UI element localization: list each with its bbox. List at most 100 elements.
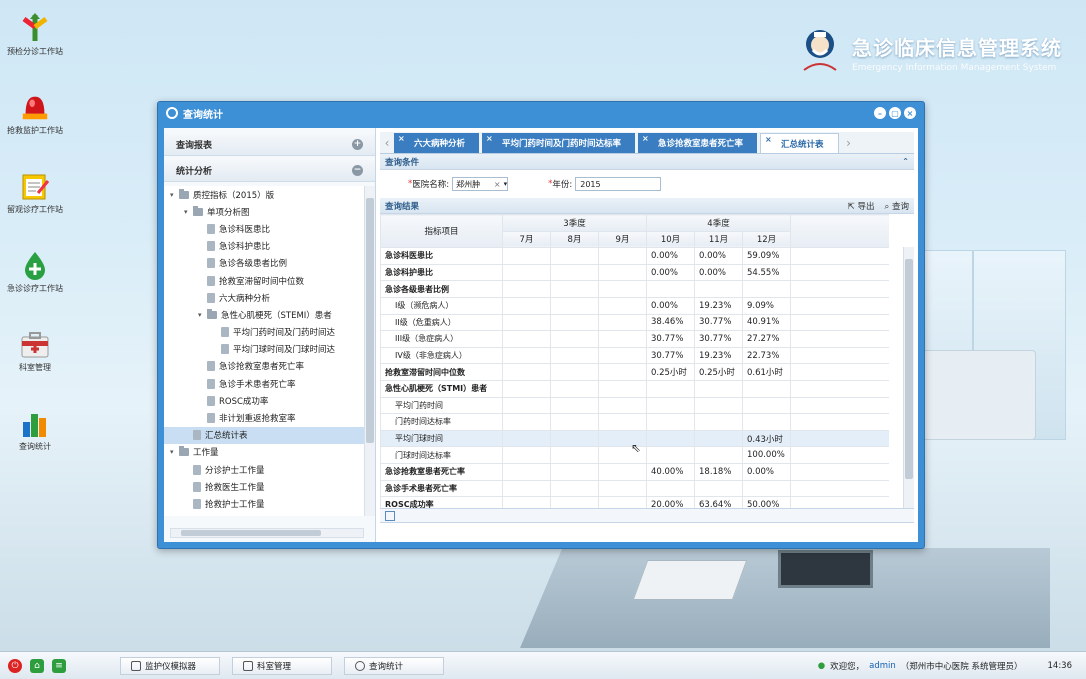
grid-footer xyxy=(380,509,914,523)
table-row[interactable]: 急诊手术患者死亡率 xyxy=(380,479,889,498)
table-row[interactable]: 急诊科医患比 0.00% 0.00% 59.09% xyxy=(380,247,889,265)
tree-item[interactable]: 分诊护士工作量 xyxy=(164,461,364,478)
tree-item[interactable]: 抢救室滞留时间中位数 xyxy=(164,272,364,289)
table-cell: 22.73% xyxy=(742,346,791,365)
tab-strip: ‹ × 六大病种分析 × 平均门药时间及门药时间达标率 × 急诊抢救室患者死亡率 × 汇总统计… xyxy=(380,132,914,154)
username-link[interactable]: admin xyxy=(869,661,896,671)
table-cell: 30.77% xyxy=(694,330,743,348)
maximize-button[interactable]: ▢ xyxy=(889,107,901,119)
tree-horizontal-scrollbar[interactable] xyxy=(170,528,364,538)
desktop-icon-rescue-nurse[interactable]: 抢救监护工作站 xyxy=(0,87,70,162)
table-cell: 0.43小时 xyxy=(742,429,791,448)
table-cell xyxy=(502,462,551,481)
drop-icon xyxy=(19,249,51,281)
table-row[interactable]: 门药时间达标率 xyxy=(380,413,889,431)
window-title: 查询统计 xyxy=(183,109,223,121)
tree-item-label: 急诊各级患者比例 xyxy=(219,259,288,270)
tree-item-label: 抢救护士工作量 xyxy=(205,499,265,510)
table-cell xyxy=(502,413,551,431)
desktop-icon-department[interactable]: 科室管理 xyxy=(0,324,70,399)
hospital-select[interactable]: 郑州肿 × ▾ xyxy=(452,177,509,191)
export-button[interactable]: ⇱ 导出 xyxy=(848,200,875,212)
desktop-icon-treatment[interactable]: 急诊诊疗工作站 xyxy=(0,245,70,320)
clock-icon xyxy=(166,107,178,119)
tab-1[interactable]: × 平均门药时间及门药时间达标率 xyxy=(482,133,636,153)
year-input[interactable]: 2015 xyxy=(575,177,662,191)
close-tab-icon[interactable]: × xyxy=(765,135,772,144)
tree-item[interactable]: 平均门球时间及门球时间达 xyxy=(164,341,364,358)
desktop-icon-statistics[interactable]: 查询统计 xyxy=(0,403,70,478)
tab-2[interactable]: × 急诊抢救室患者死亡率 xyxy=(638,133,758,153)
row-label: 急诊抢救室患者死亡率 xyxy=(380,462,503,481)
desktop-icon-observation[interactable]: 留观诊疗工作站 xyxy=(0,166,70,241)
tree-item[interactable]: 抢救医生工作量 xyxy=(164,478,364,495)
collapse-section-icon[interactable]: ⌃ xyxy=(902,157,909,166)
query-button[interactable]: ⌕ 查询 xyxy=(885,200,909,212)
tree-item[interactable]: 急诊抢救室患者死亡率 xyxy=(164,358,364,375)
home-icon[interactable]: ⌂ xyxy=(30,658,44,673)
tree-item-label: 六大病种分析 xyxy=(219,293,271,304)
menu-icon[interactable]: ≡ xyxy=(52,658,66,673)
window-titlebar[interactable]: 查询统计 – ▢ × xyxy=(158,102,924,124)
table-cell: 0.25小时 xyxy=(694,363,743,381)
tree-item[interactable]: 急诊手术患者死亡率 xyxy=(164,375,364,392)
power-icon[interactable]: ⏻ xyxy=(8,658,22,673)
table-row[interactable]: II级（危重病人） 38.46% 30.77% 40.91% xyxy=(380,313,889,332)
tab-0[interactable]: × 六大病种分析 xyxy=(394,133,480,153)
tree-item[interactable]: ▾ 质控指标（2015）版 xyxy=(164,186,364,203)
tree-item[interactable]: 急诊科医患比 xyxy=(164,220,364,237)
tree-item[interactable]: ROSC成功率 xyxy=(164,392,364,409)
tree-toggle-icon[interactable]: ▾ xyxy=(170,191,179,199)
chevron-down-icon[interactable]: ▾ xyxy=(504,180,508,188)
tree-item[interactable]: 抢救护士工作量 xyxy=(164,495,364,512)
task-department-management[interactable]: 科室管理 xyxy=(232,656,332,675)
tree-item[interactable]: ▾ 工作量 xyxy=(164,444,364,461)
tree-item-label: 汇总统计表 xyxy=(205,431,248,442)
table-row[interactable]: 急诊抢救室患者死亡率 40.00% 18.18% 0.00% xyxy=(380,462,889,481)
row-label: 急诊手术患者死亡率 xyxy=(380,479,503,498)
app-subtitle: Emergency Information Management System xyxy=(852,62,1057,73)
accordion-query-reports[interactable]: 查询报表 + xyxy=(164,134,375,156)
close-tab-icon[interactable]: × xyxy=(486,134,493,143)
table-cell xyxy=(502,313,551,332)
tree-item[interactable]: 急诊各级患者比例 xyxy=(164,255,364,272)
tree-toggle-icon[interactable]: ▾ xyxy=(184,208,193,216)
minimize-button[interactable]: – xyxy=(874,107,886,119)
close-tab-icon[interactable]: × xyxy=(642,134,649,143)
table-row[interactable]: 急诊科护患比 0.00% 0.00% 54.55% xyxy=(380,263,889,282)
close-button[interactable]: × xyxy=(904,107,916,119)
tree-item[interactable]: ▾ 单项分析图 xyxy=(164,203,364,220)
table-row[interactable]: 急性心肌梗死（STMI）患者 xyxy=(380,379,889,398)
row-label: IV级（非急症病人） xyxy=(380,346,503,365)
table-row[interactable]: 抢救室滞留时间中位数 0.25小时 0.25小时 0.61小时 xyxy=(380,363,889,381)
col-header-month: 9月 xyxy=(598,230,647,249)
tab-scroll-left-icon[interactable]: ‹ xyxy=(380,133,394,153)
tab-3[interactable]: × 汇总统计表 xyxy=(760,133,839,153)
tree-item[interactable]: 急诊科护患比 xyxy=(164,238,364,255)
desktop-icon-triage[interactable]: 预检分诊工作站 xyxy=(0,8,70,83)
table-row[interactable]: IV级（非急症病人） 30.77% 19.23% 22.73% xyxy=(380,346,889,365)
tree-toggle-icon[interactable]: ▾ xyxy=(170,448,179,456)
task-query-statistics[interactable]: 查询统计 xyxy=(344,656,444,675)
tree-item[interactable]: 六大病种分析 xyxy=(164,289,364,306)
table-row[interactable]: III级（急症病人） 30.77% 30.77% 27.27% xyxy=(380,330,889,348)
table-row[interactable]: I级（濒危病人） 0.00% 19.23% 9.09% xyxy=(380,296,889,315)
page-icon[interactable] xyxy=(385,510,395,521)
grid-vertical-scrollbar[interactable] xyxy=(903,247,914,508)
accordion-statistics[interactable]: 统计分析 − xyxy=(164,160,375,182)
clear-icon[interactable]: × xyxy=(494,180,501,189)
tree-item[interactable]: 非计划重返抢救室率 xyxy=(164,409,364,426)
table-row[interactable]: 平均门药时间 xyxy=(380,396,889,415)
tree-toggle-icon[interactable]: ▾ xyxy=(198,311,207,319)
table-cell: 18.18% xyxy=(694,462,743,481)
task-monitor-simulator[interactable]: 监护仪模拟器 xyxy=(120,656,220,675)
table-row[interactable]: ROSC成功率 20.00% 63.64% 50.00% xyxy=(380,496,889,508)
close-tab-icon[interactable]: × xyxy=(398,134,405,143)
table-row[interactable]: 急诊各级患者比例 xyxy=(380,280,889,298)
tree-item[interactable]: 汇总统计表 xyxy=(164,426,364,444)
tree-item-label: 急诊科医患比 xyxy=(219,224,271,235)
tree-item[interactable]: ▾ 急性心肌梗死（STEMI）患者 xyxy=(164,306,364,323)
tab-scroll-right-icon[interactable]: › xyxy=(842,133,856,153)
tree-item[interactable]: 平均门药时间及门药时间达 xyxy=(164,324,364,341)
tree-vertical-scrollbar[interactable] xyxy=(364,186,375,516)
